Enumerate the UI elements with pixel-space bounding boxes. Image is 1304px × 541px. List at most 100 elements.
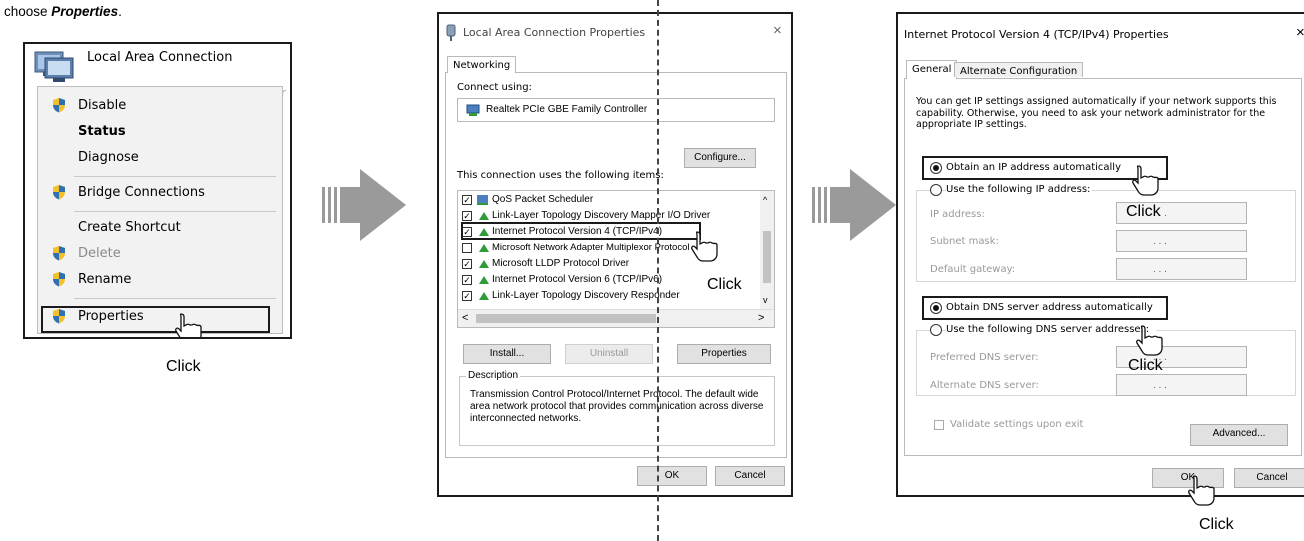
tab-alternate-configuration[interactable]: Alternate Configuration [954,62,1084,77]
caption-prefix: choose [4,4,52,19]
network-card-icon [466,104,480,116]
menu-item-label: Diagnose [78,150,139,165]
tab-networking[interactable]: Networking [447,56,517,73]
default-gateway-input[interactable]: . . . [1116,258,1247,280]
preferred-dns-label: Preferred DNS server: [930,352,1039,363]
components-list: ✓ QoS Packet Scheduler ✓ Link-Layer Topo… [457,190,775,328]
uac-shield-icon [53,272,65,287]
item-label: Microsoft Network Adapter Multiplexor Pr… [492,242,690,253]
validate-checkbox[interactable] [934,420,944,430]
protocol-icon [479,292,489,300]
use-dns-label: Use the following DNS server addresses: [946,324,1156,335]
configure-button[interactable]: Configure... [684,148,756,168]
menu-item-bridge[interactable]: Bridge Connections [38,180,282,206]
menu-item-diagnose[interactable]: Diagnose [38,145,282,171]
checkbox[interactable] [462,243,472,253]
close-icon[interactable]: × [773,22,782,39]
scroll-right-icon[interactable]: > [758,312,764,324]
scroll-down-icon[interactable]: v [763,295,768,305]
advanced-button[interactable]: Advanced... [1190,424,1288,446]
item-label: Internet Protocol Version 6 (TCP/IPv6) [492,274,663,285]
uac-shield-icon [53,185,65,200]
click-label: Click [166,358,201,375]
checkbox[interactable]: ✓ [462,275,472,285]
obtain-dns-label: Obtain DNS server address automatically [946,302,1153,313]
menu-item-rename[interactable]: Rename [38,267,282,293]
click-label: Click [1128,357,1163,374]
connect-using-label: Connect using: [457,82,532,93]
caption-suffix: . [118,4,122,19]
hand-pointer-icon [175,313,202,337]
menu-item-label: Status [78,124,126,139]
close-icon[interactable]: × [1296,24,1304,41]
subnet-mask-input[interactable]: . . . [1116,230,1247,252]
menu-separator [74,176,276,177]
menu-item-label: Delete [78,246,121,261]
protocol-icon [479,276,489,284]
next-step-arrow-icon [322,169,406,241]
item-label: QoS Packet Scheduler [492,194,594,205]
horizontal-scrollbar[interactable]: < > [458,309,774,327]
protocol-icon [479,244,489,252]
use-ip-radio[interactable] [930,184,942,196]
protocol-icon [479,260,489,268]
dialog-title: Local Area Connection Properties [463,26,646,39]
list-item[interactable]: ✓ Link-Layer Topology Discovery Mapper I… [458,209,758,223]
menu-item-disable[interactable]: Disable [38,93,282,119]
tab-general[interactable]: General [906,60,958,79]
validate-label: Validate settings upon exit [950,419,1084,430]
scroll-thumb[interactable] [476,314,656,323]
cancel-button[interactable]: Cancel [715,466,785,486]
hand-pointer-icon [1132,165,1159,196]
use-ip-label: Use the following IP address: [946,184,1093,195]
description-title: Description [466,370,521,381]
vertical-scrollbar[interactable]: ^ v [760,191,774,309]
caption-emphasis: Properties [51,4,119,19]
checkbox[interactable]: ✓ [462,211,472,221]
protocol-icon [479,212,489,220]
item-label: Microsoft LLDP Protocol Driver [492,258,630,269]
scroll-left-icon[interactable]: < [462,312,468,324]
adapter-name: Realtek PCIe GBE Family Controller [486,104,648,115]
hand-pointer-icon [691,231,718,262]
cancel-button[interactable]: Cancel [1234,468,1304,488]
obtain-ip-label: Obtain an IP address automatically [946,162,1122,173]
use-dns-radio[interactable] [930,324,942,336]
default-gateway-label: Default gateway: [930,264,1016,275]
click-label: Click [1126,203,1161,220]
menu-item-delete[interactable]: Delete [38,241,282,267]
adapter-field: Realtek PCIe GBE Family Controller [457,98,775,122]
hand-pointer-icon [1136,325,1163,356]
alternate-dns-label: Alternate DNS server: [930,380,1039,391]
uac-shield-icon [53,246,65,261]
connection-header: Local Area Connection er [25,44,290,100]
menu-item-label: Create Shortcut [78,220,181,235]
description-text: Transmission Control Protocol/Internet P… [470,389,764,424]
uninstall-button[interactable]: Uninstall [565,344,653,364]
scroll-up-icon[interactable]: ^ [763,195,767,205]
network-adapter-icon [446,24,456,41]
alternate-dns-input[interactable]: . . . [1116,374,1247,396]
menu-item-create-shortcut[interactable]: Create Shortcut [38,215,282,241]
click-label: Click [707,276,742,293]
ok-button[interactable]: OK [637,466,707,486]
menu-item-label: Bridge Connections [78,185,205,200]
checkbox[interactable]: ✓ [462,291,472,301]
item-properties-button[interactable]: Properties [677,344,771,364]
obtain-ip-radio[interactable] [930,162,942,174]
scroll-thumb[interactable] [763,231,771,283]
obtain-dns-radio[interactable] [930,302,942,314]
checkbox[interactable]: ✓ [462,259,472,269]
install-button[interactable]: Install... [463,344,551,364]
item-label: Link-Layer Topology Discovery Mapper I/O… [492,210,711,221]
next-step-arrow-icon [812,169,896,241]
network-connection-icon [34,51,74,82]
menu-item-label: Disable [78,98,127,113]
menu-item-status[interactable]: Status [38,119,282,145]
description-group: Description Transmission Control Protoco… [459,370,775,446]
checkbox[interactable]: ✓ [462,195,472,205]
context-menu: Disable Status Diagnose Bridge Connectio… [37,86,283,334]
context-menu-panel: Local Area Connection er Disable Status … [23,42,292,339]
ipv4-properties-dialog: Internet Protocol Version 4 (TCP/IPv4) P… [896,12,1304,497]
list-item[interactable]: ✓ QoS Packet Scheduler [458,193,758,207]
